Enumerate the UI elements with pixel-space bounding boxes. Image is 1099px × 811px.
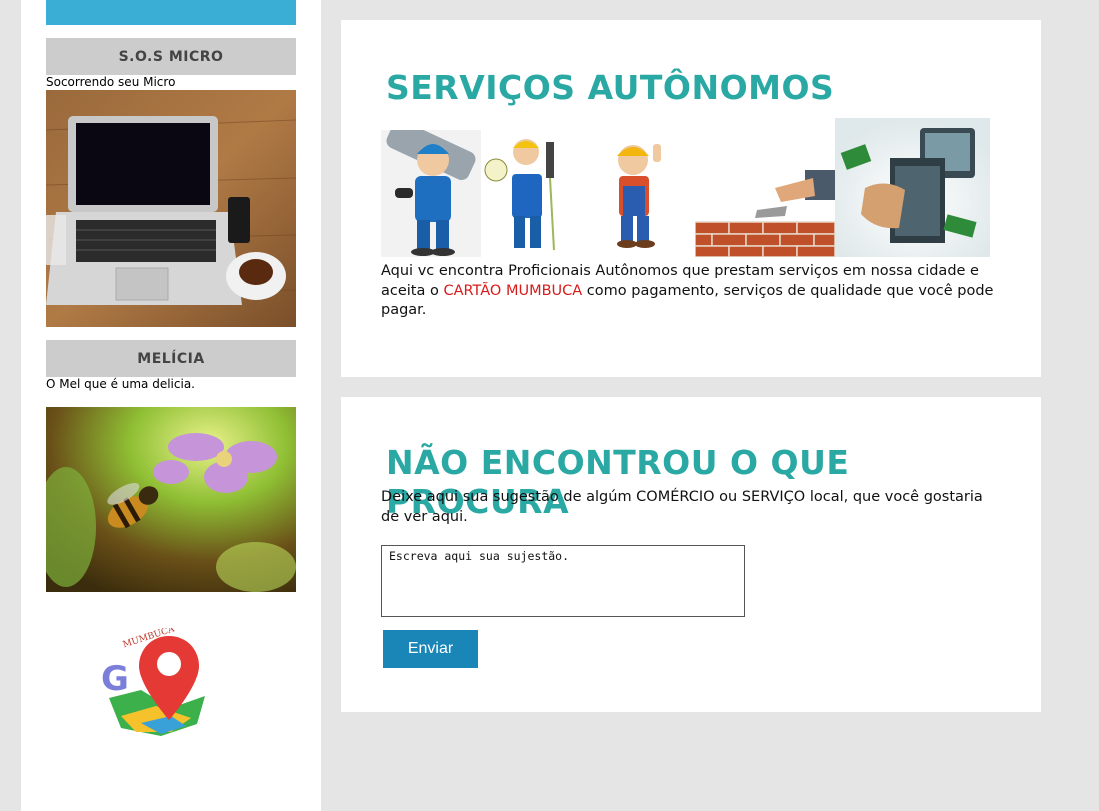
sidebar: S.O.S MICRO Socorrendo seu Micro MELÍCIA… xyxy=(21,0,321,811)
computer-repair-icon xyxy=(835,118,990,257)
logo-letter: G xyxy=(101,659,129,699)
category-header-sos-micro[interactable]: S.O.S MICRO xyxy=(46,38,296,75)
services-description: Aqui vc encontra Proficionais Autônomos … xyxy=(381,262,1001,321)
services-title: SERVIÇOS AUTÔNOMOS xyxy=(386,68,835,107)
category-description: Socorrendo seu Micro xyxy=(46,75,176,89)
category-title: MELÍCIA xyxy=(137,350,205,367)
services-card: SERVIÇOS AUTÔNOMOS Aqui vc encontra Prof… xyxy=(341,20,1041,377)
mumbuca-logo[interactable]: G MUMBUCA xyxy=(101,624,211,738)
category-description: O Mel que é uma delicia. xyxy=(46,377,195,391)
electrician-with-plug-icon xyxy=(484,130,579,257)
suggestion-card: NÃO ENCONTROU O QUE PROCURA Deixe aqui s… xyxy=(341,397,1041,712)
sidebar-top-bar[interactable] xyxy=(46,0,296,25)
suggestion-textarea[interactable]: Escreva aqui sua sujestão. xyxy=(381,545,745,617)
laptop-image[interactable] xyxy=(46,90,296,327)
category-title: S.O.S MICRO xyxy=(118,48,224,65)
category-header-melicia[interactable]: MELÍCIA xyxy=(46,340,296,377)
suggestion-description: Deixe aqui sua sugestão de algúm COMÉRCI… xyxy=(381,489,983,525)
send-button[interactable]: Enviar xyxy=(383,630,478,668)
cartao-mumbuca-highlight: CARTÃO MUMBUCA xyxy=(443,282,583,299)
bricklayer-trowel-icon xyxy=(694,130,836,258)
builder-thumbs-up-icon xyxy=(591,130,681,257)
bee-image[interactable] xyxy=(46,407,296,592)
mechanic-with-wrench-icon xyxy=(381,120,481,257)
